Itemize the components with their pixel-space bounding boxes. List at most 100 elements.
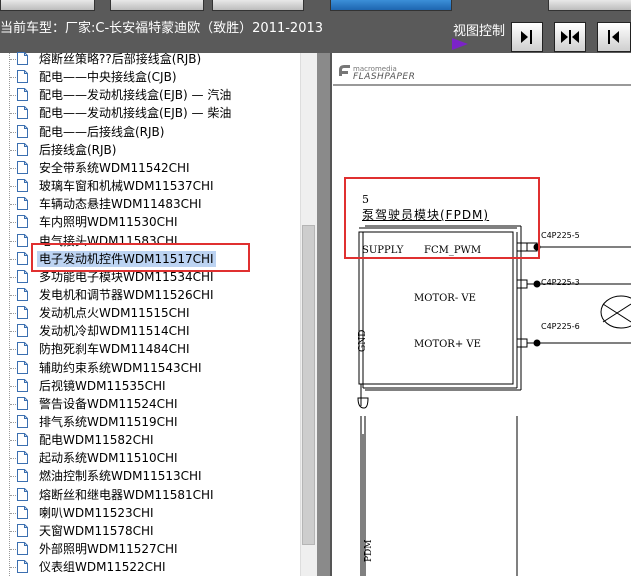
toolbar-button-5[interactable] [548, 0, 631, 11]
document-page-icon [17, 415, 28, 428]
tree-item[interactable]: 发动机点火WDM11515CHI [0, 304, 300, 322]
tree-connector [10, 276, 16, 278]
tree-item-label: 防抱死刹车WDM11484CHI [39, 342, 190, 357]
tree-item-label: 仪表组WDM11522CHI [39, 560, 166, 575]
tree-item[interactable]: 配电——中央接线盒(CJB) [0, 68, 300, 86]
tree-item-label: 喇叭WDM11523CHI [39, 505, 154, 520]
tree-item[interactable]: 燃油控制系统WDM11513CHI [0, 467, 300, 485]
tree-connector [10, 204, 16, 206]
document-page-icon [17, 70, 28, 84]
tree-item-label: 车辆动态悬挂WDM11483CHI [39, 197, 202, 212]
tree-item[interactable]: 仪表组WDM11522CHI [0, 558, 300, 576]
tree-connector [10, 331, 16, 333]
document-page-icon [17, 233, 28, 247]
document-page-icon [17, 542, 28, 556]
tree-connector [10, 403, 16, 405]
tree-item[interactable]: 后接线盒(RJB) [0, 141, 300, 159]
tree-connector [10, 385, 16, 387]
document-page-icon [17, 396, 28, 410]
toolbar-button-1[interactable] [0, 0, 95, 11]
document-page-icon [17, 560, 28, 574]
tree-item-label: 安全带系统WDM11542CHI [39, 160, 190, 175]
gnd-label: GND [358, 329, 368, 352]
document-page-icon [17, 360, 28, 374]
toolbar-button-2[interactable] [110, 0, 204, 11]
tree-item[interactable]: 喇叭WDM11523CHI [0, 504, 300, 522]
tree-item[interactable]: 辅助约束系统WDM11543CHI [0, 359, 300, 377]
tree-item[interactable]: 配电——发动机接线盒(EJB) — 柴油 [0, 104, 300, 122]
document-page-icon [17, 142, 28, 156]
tree-item[interactable]: 后视镜WDM11535CHI [0, 377, 300, 395]
tree-item-label: 后视镜WDM11535CHI [39, 378, 166, 393]
motor-minus-label: MOTOR- VE [414, 293, 476, 304]
document-page-icon [17, 160, 28, 174]
tree-item-label: 车内照明WDM11530CHI [39, 215, 178, 230]
tree-item[interactable]: 警告设备WDM11524CHI [0, 395, 300, 413]
document-page-icon [17, 124, 28, 138]
tree-item[interactable]: 起动系统WDM11510CHI [0, 449, 300, 467]
tree-connector [10, 186, 16, 188]
tree-item-label: 熔断丝策略??后部接线盒(RJB) [39, 52, 202, 66]
toolbar-button-3[interactable] [212, 0, 304, 11]
tree-connector [10, 494, 16, 496]
panel-splitter[interactable] [317, 53, 331, 576]
document-page-icon [17, 287, 28, 301]
show-viewer-button[interactable] [597, 22, 631, 52]
tree-item[interactable]: 车辆动态悬挂WDM11483CHI [0, 195, 300, 213]
tree-connector [10, 349, 16, 351]
tree-item-label: 发电机和调节器WDM11526CHI [39, 287, 214, 302]
tree-connector [10, 95, 16, 97]
tree-connector [10, 313, 16, 315]
document-page-icon [17, 106, 28, 120]
tree-item[interactable]: 外部照明WDM11527CHI [0, 540, 300, 558]
tree-item[interactable]: 发动机冷却WDM11514CHI [0, 322, 300, 340]
tree-item[interactable]: 防抱死刹车WDM11484CHI [0, 340, 300, 358]
current-vehicle-label: 当前车型：厂家:C-长安福特蒙迪欧（致胜）2011-2013 [0, 21, 324, 36]
arrow-right-bar-icon [521, 30, 532, 44]
tree-item[interactable]: 配电WDM11582CHI [0, 431, 300, 449]
document-page-icon [17, 324, 28, 338]
tree-item-label: 燃油控制系统WDM11513CHI [39, 469, 202, 484]
tree-item[interactable]: 玻璃车窗和机械WDM11537CHI [0, 177, 300, 195]
tree-connector [10, 422, 16, 423]
tree-connector [10, 530, 16, 532]
tree-item[interactable]: 发电机和调节器WDM11526CHI [0, 286, 300, 304]
connector-label-2: C4P225-3 [541, 278, 580, 287]
toolbar-button-4[interactable] [330, 0, 452, 11]
show-tree-button[interactable] [511, 22, 543, 52]
tree-connector [10, 367, 16, 369]
document-page-icon [17, 306, 28, 320]
tree-item-label: 起动系统WDM11510CHI [39, 451, 178, 466]
tree-connector [10, 458, 16, 460]
tree-connector [10, 440, 16, 442]
tree-connector [10, 567, 16, 569]
motor-plus-label: MOTOR+ VE [414, 339, 481, 350]
tree-item-label: 发动机冷却WDM11514CHI [39, 324, 190, 339]
tree-item[interactable]: 车内照明WDM11530CHI [0, 213, 300, 231]
tree-item[interactable]: 天窗WDM11578CHI [0, 522, 300, 540]
document-page-icon [17, 251, 28, 265]
tree-connector [10, 222, 16, 224]
tree-connector [10, 113, 16, 115]
document-page-icon [17, 215, 28, 229]
play-icon[interactable] [452, 38, 468, 50]
tree-scrollbar-thumb[interactable] [302, 225, 315, 545]
tree-item[interactable]: 排气系统WDM11519CHI [0, 413, 300, 431]
document-page-icon [17, 505, 28, 519]
tree-connector [10, 258, 16, 260]
tree-item-label: 配电——发动机接线盒(EJB) — 柴油 [39, 106, 232, 121]
tree-item[interactable]: 配电——发动机接线盒(EJB) — 汽油 [0, 86, 300, 104]
tree-connector [10, 476, 16, 478]
split-view-button[interactable] [554, 22, 586, 52]
tree-item-label: 配电——中央接线盒(CJB) [39, 70, 177, 85]
tree-item[interactable]: 安全带系统WDM11542CHI [0, 159, 300, 177]
tree-item[interactable]: 熔断丝和继电器WDM11581CHI [0, 486, 300, 504]
highlight-box-tree [31, 243, 250, 272]
tree-item[interactable]: 熔断丝策略??后部接线盒(RJB) [0, 50, 300, 68]
document-page-icon [17, 197, 28, 211]
document-page-icon [17, 487, 28, 501]
logo-big-text: FLASHPAPER [353, 72, 416, 82]
document-page-icon [17, 451, 28, 465]
tree-connector [10, 77, 16, 79]
tree-item[interactable]: 配电——后接线盒(RJB) [0, 123, 300, 141]
